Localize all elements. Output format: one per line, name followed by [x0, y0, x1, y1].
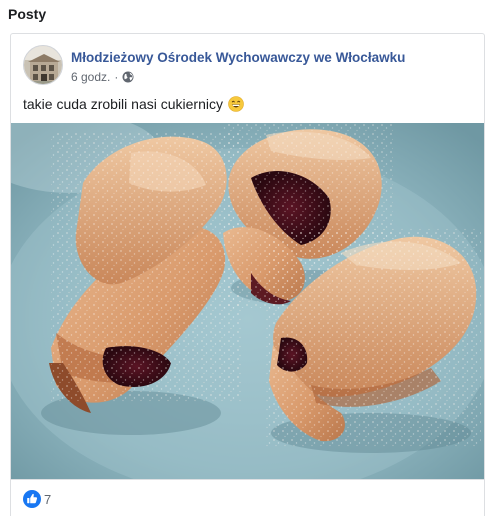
avatar[interactable] — [23, 45, 63, 85]
like-icon[interactable] — [23, 490, 41, 508]
globe-icon — [122, 71, 134, 83]
post-text: takie cuda zrobili nasi cukiernicy — [23, 96, 244, 112]
page-name-link[interactable]: Młodzieżowy Ośrodek Wychowawczy we Włocł… — [71, 50, 405, 65]
post-timestamp[interactable]: 6 godz. — [71, 70, 110, 84]
like-count[interactable]: 7 — [44, 492, 51, 507]
grinning-face-icon — [228, 96, 244, 112]
post-header: Młodzieżowy Ośrodek Wychowawczy we Włocł… — [23, 45, 474, 87]
post-meta: 6 godz. · — [71, 70, 134, 84]
meta-separator: · — [114, 70, 119, 84]
post-image[interactable] — [11, 123, 484, 479]
section-title: Posty — [8, 6, 47, 22]
reactions-bar: 7 — [11, 479, 484, 516]
post-card: Młodzieżowy Ośrodek Wychowawczy we Włocł… — [10, 33, 485, 516]
post-text-content: takie cuda zrobili nasi cukiernicy — [23, 96, 223, 112]
